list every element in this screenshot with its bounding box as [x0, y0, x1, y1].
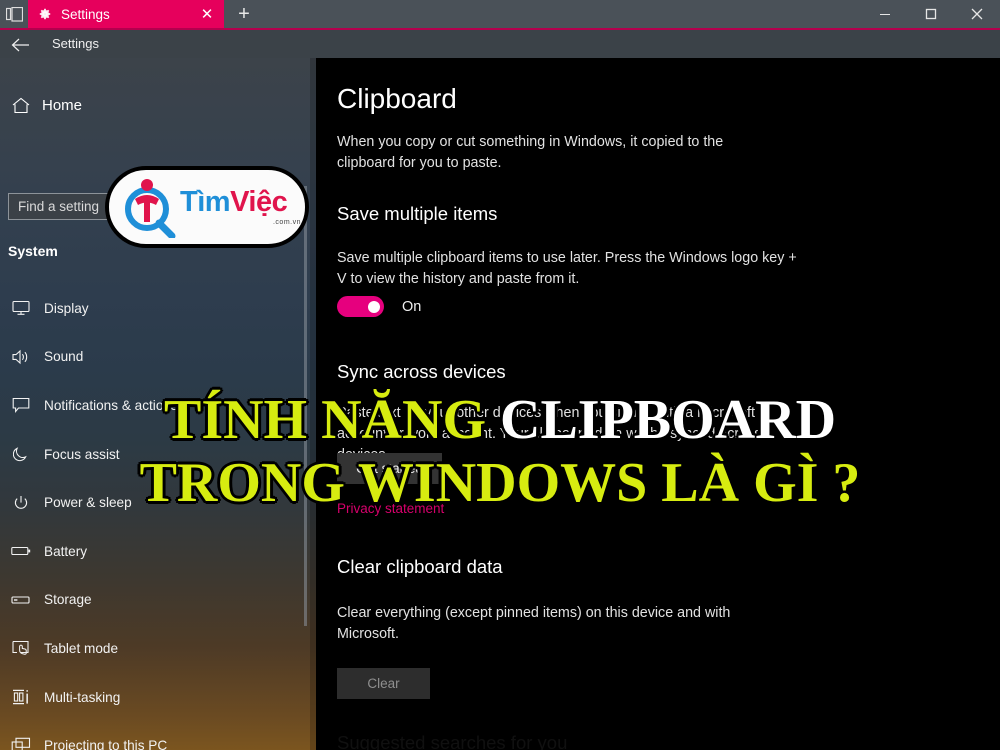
sync-across-devices-heading: Sync across devices	[337, 361, 506, 382]
tablet-icon	[2, 640, 40, 657]
logo-word-tim: Tìm	[180, 186, 231, 218]
save-multiple-items-toggle-row[interactable]: On	[337, 296, 421, 317]
get-started-button[interactable]: Get started	[337, 453, 442, 484]
timviec-wordmark: TìmViệc	[180, 188, 305, 217]
sidebar-label: Notifications & actions	[44, 397, 178, 413]
clear-button[interactable]: Clear	[337, 668, 430, 699]
project-icon	[2, 737, 40, 750]
clipboard-intro-text: When you copy or cut something in Window…	[337, 134, 724, 171]
logo-tld: .com.vn	[272, 219, 301, 226]
sidebar-label: Sound	[44, 349, 84, 365]
save-multiple-items-heading: Save multiple items	[337, 203, 498, 224]
logo-word-viec: Việc	[230, 186, 288, 218]
chat-icon	[2, 397, 40, 414]
timviec-logo-watermark: TìmViệc .com.vn	[105, 166, 309, 248]
timviec-mark-icon	[116, 176, 180, 240]
sidebar-label: Tablet mode	[44, 640, 119, 656]
minimize-button[interactable]	[862, 0, 908, 28]
sidebar-label: Display	[44, 300, 89, 316]
sidebar-label: Projecting to this PC	[44, 738, 168, 750]
clear-clipboard-data-description: Clear everything (except pinned items) o…	[337, 605, 731, 642]
app-header	[0, 30, 1000, 58]
sidebar-label: Multi-tasking	[44, 689, 121, 705]
new-tab-button[interactable]: +	[224, 0, 264, 28]
sidebar-item-focus-assist[interactable]: Focus assist	[0, 430, 300, 479]
toggle-knob	[368, 300, 380, 313]
save-multiple-items-toggle[interactable]	[337, 296, 384, 317]
toggle-state-label: On	[402, 298, 422, 315]
save-multiple-items-description: Save multiple clipboard items to use lat…	[337, 250, 797, 287]
maximize-button[interactable]	[908, 0, 954, 28]
sidebar-nav-list: Display Sound Notifications & actions Fo…	[0, 284, 300, 750]
power-icon	[2, 495, 40, 511]
sidebar-label: Focus assist	[44, 446, 120, 462]
sidebar-label: Battery	[44, 543, 88, 559]
sidebar-item-projecting[interactable]: Projecting to this PC	[0, 721, 300, 750]
sidebar-item-sound[interactable]: Sound	[0, 333, 300, 382]
tab-label: Settings	[61, 6, 110, 22]
sidebar-item-home[interactable]: Home	[0, 86, 300, 124]
sidebar-scrollbar[interactable]	[304, 186, 307, 626]
bottom-heading: Suggested searches for you	[337, 732, 568, 750]
app-header-title: Settings	[52, 36, 99, 51]
sidebar-item-storage[interactable]: Storage	[0, 576, 300, 625]
sidebar: Home Find a setting System Display Sound…	[0, 58, 316, 750]
sidebar-item-tablet-mode[interactable]: Tablet mode	[0, 624, 300, 673]
multitask-icon	[2, 689, 40, 705]
moon-icon	[2, 446, 40, 462]
sidebar-item-multitasking[interactable]: Multi-tasking	[0, 673, 300, 722]
close-button[interactable]	[954, 0, 1000, 28]
gear-icon	[38, 7, 52, 21]
window-controls	[862, 0, 1000, 28]
sidebar-home-label: Home	[42, 96, 83, 114]
sidebar-label: Power & sleep	[44, 495, 132, 511]
sidebar-item-notifications[interactable]: Notifications & actions	[0, 381, 300, 430]
sidebar-label: Storage	[44, 592, 92, 608]
battery-icon	[2, 545, 40, 557]
sidebar-item-display[interactable]: Display	[0, 284, 300, 333]
back-button[interactable]	[4, 33, 36, 57]
clear-clipboard-data-heading: Clear clipboard data	[337, 556, 503, 577]
home-icon	[0, 97, 42, 114]
monitor-icon	[2, 300, 40, 316]
drive-icon	[2, 594, 40, 606]
sidebar-item-battery[interactable]: Battery	[0, 527, 300, 576]
settings-window: Settings ✕ + Settings Home Find a settin…	[0, 0, 1000, 750]
tab-close-icon[interactable]: ✕	[196, 3, 218, 25]
privacy-statement-link[interactable]: Privacy statement	[337, 501, 444, 516]
task-view-icon[interactable]	[0, 0, 28, 28]
sidebar-group-label: System	[8, 243, 58, 259]
settings-content-pane: Clipboard When you copy or cut something…	[316, 58, 1000, 750]
sidebar-item-power-sleep[interactable]: Power & sleep	[0, 478, 300, 527]
tab-settings[interactable]: Settings ✕	[28, 0, 224, 28]
speaker-icon	[2, 349, 40, 365]
title-bar: Settings ✕ +	[0, 0, 1000, 28]
page-title: Clipboard	[337, 83, 457, 114]
